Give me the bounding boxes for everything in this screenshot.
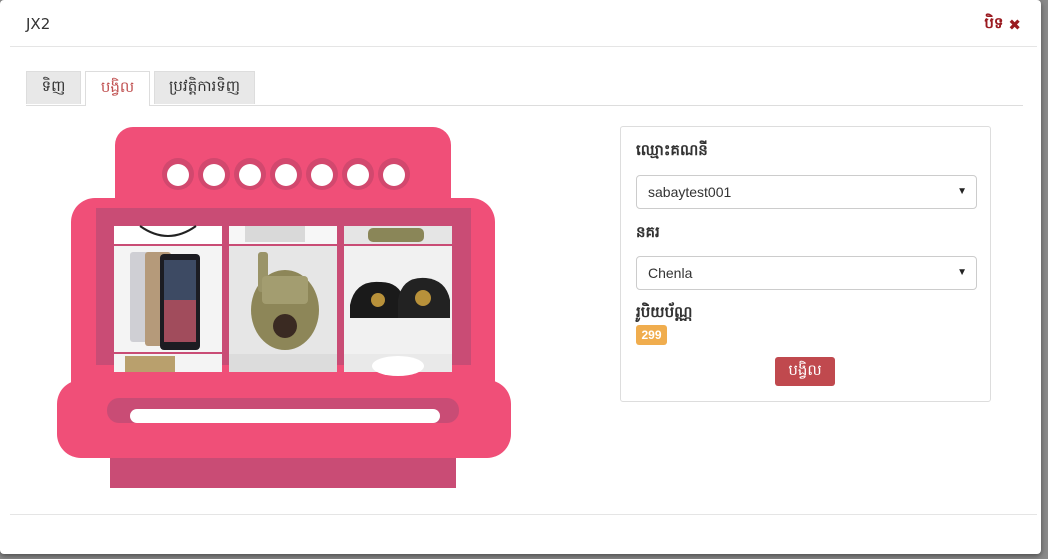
slot-machine-illustration (57, 127, 511, 488)
coin-slot (130, 409, 440, 423)
spin-form-panel: ឈ្មោះគណនី sabaytest001 ▼ នគរ Chenla ▼ រូ… (620, 126, 991, 402)
spin-button[interactable]: បង្វិល (775, 357, 835, 386)
reel-3 (344, 226, 452, 376)
currency-label: រូបិយប័ណ្ណ (636, 303, 693, 321)
close-icon: ✖ (1008, 16, 1021, 34)
account-select-value: sabaytest001 (648, 184, 732, 200)
account-label: ឈ្មោះគណនី (636, 141, 708, 159)
reel-1 (114, 225, 222, 372)
modal-footer-divider (10, 514, 1037, 515)
server-select-value: Chenla (648, 265, 693, 281)
modal-dialog: JX2 បិទ ✖ ទិញ បង្វិល ប្រវត្តិការទិញ ឈ្មោ… (0, 0, 1041, 554)
chevron-down-icon: ▼ (957, 186, 967, 197)
account-select[interactable]: sabaytest001 ▼ (636, 175, 977, 209)
reel-2 (229, 226, 337, 372)
server-label: នគរ (636, 223, 660, 241)
chevron-down-icon: ▼ (957, 267, 967, 278)
close-label: បិទ (984, 14, 1004, 32)
currency-badge: 299 (636, 325, 667, 345)
server-select[interactable]: Chenla ▼ (636, 256, 977, 290)
close-button[interactable]: បិទ ✖ (984, 14, 1021, 36)
